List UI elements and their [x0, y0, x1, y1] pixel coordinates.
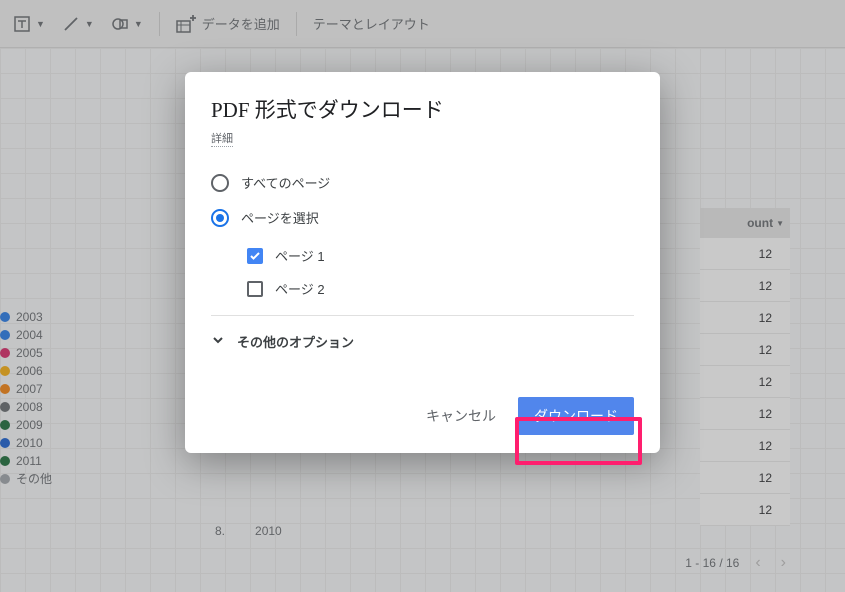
checkbox-icon — [247, 281, 263, 297]
checkbox-icon — [247, 248, 263, 264]
other-options-label: その他のオプション — [237, 332, 354, 351]
checkbox-page-2-label: ページ 2 — [275, 279, 325, 298]
download-pdf-dialog: PDF 形式でダウンロード 詳細 すべてのページ ページを選択 ページ 1 ペー… — [185, 72, 660, 453]
checkbox-page-1-label: ページ 1 — [275, 246, 325, 265]
download-button[interactable]: ダウンロード — [518, 397, 634, 435]
cancel-button[interactable]: キャンセル — [412, 397, 510, 435]
radio-icon — [211, 174, 229, 192]
checkbox-page-2[interactable]: ページ 2 — [247, 272, 634, 305]
dialog-details-link[interactable]: 詳細 — [211, 130, 233, 147]
radio-select-pages[interactable]: ページを選択 — [211, 200, 634, 235]
radio-all-pages[interactable]: すべてのページ — [211, 165, 634, 200]
chevron-down-icon — [211, 333, 225, 350]
other-options-expander[interactable]: その他のオプション — [211, 322, 634, 361]
dialog-actions: キャンセル ダウンロード — [211, 397, 634, 435]
checkbox-page-1[interactable]: ページ 1 — [247, 239, 634, 272]
divider — [211, 315, 634, 316]
radio-all-pages-label: すべてのページ — [241, 173, 330, 192]
radio-select-pages-label: ページを選択 — [241, 208, 319, 227]
page-checkbox-list: ページ 1 ページ 2 — [247, 239, 634, 305]
dialog-title: PDF 形式でダウンロード — [211, 94, 634, 124]
radio-icon — [211, 209, 229, 227]
